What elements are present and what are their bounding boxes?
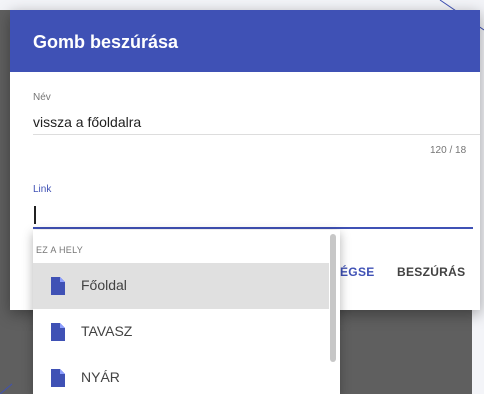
dialog-header: Gomb beszúrása bbox=[10, 10, 480, 72]
page-icon bbox=[51, 323, 65, 341]
link-field-underline bbox=[33, 227, 473, 229]
link-field-label: Link bbox=[33, 184, 52, 195]
link-suggestions-dropdown: EZ A HELY Főoldal TAVASZ NYÁR bbox=[33, 230, 340, 394]
dropdown-scrollbar[interactable] bbox=[330, 234, 336, 362]
dropdown-item-label: Főoldal bbox=[81, 277, 127, 293]
text-caret bbox=[34, 206, 36, 224]
dialog-title: Gomb beszúrása bbox=[33, 32, 179, 52]
page-icon bbox=[51, 277, 65, 295]
cancel-button[interactable]: ÉGSE bbox=[340, 265, 375, 279]
dropdown-item-label: NYÁR bbox=[81, 369, 120, 385]
name-field-underline bbox=[33, 134, 480, 135]
character-counter: 120 / 18 bbox=[430, 145, 467, 156]
name-field-label: Név bbox=[33, 92, 51, 103]
dropdown-item-fooldal[interactable]: Főoldal bbox=[33, 263, 329, 309]
dropdown-item-label: TAVASZ bbox=[81, 323, 133, 339]
page-background-top bbox=[0, 0, 484, 10]
page-icon bbox=[51, 369, 65, 387]
dropdown-section-header: EZ A HELY bbox=[36, 245, 84, 255]
dropdown-item-tavasz[interactable]: TAVASZ bbox=[33, 309, 329, 355]
link-input[interactable] bbox=[33, 203, 473, 227]
insert-button[interactable]: BESZÚRÁS bbox=[397, 265, 465, 279]
name-field[interactable]: vissza a főoldalra bbox=[33, 114, 141, 130]
dropdown-item-nyar[interactable]: NYÁR bbox=[33, 355, 329, 394]
